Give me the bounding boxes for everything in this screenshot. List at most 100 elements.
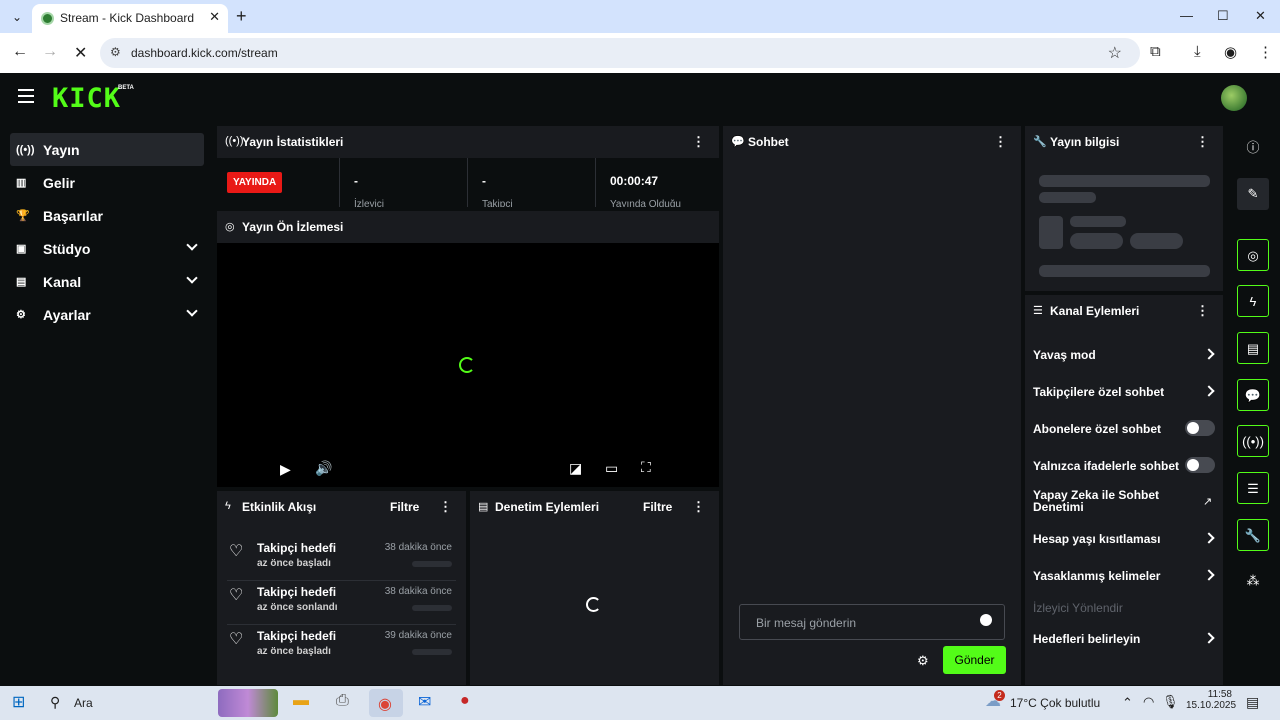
clock[interactable]: 11:58 15.10.2025: [1186, 689, 1237, 711]
item-label: Hesap yaşı kısıtlaması: [1033, 532, 1161, 546]
chevron-up-icon[interactable]: ⌃: [1122, 695, 1133, 711]
apps-icon[interactable]: ⁂: [1237, 565, 1269, 597]
date-text: 15.10.2025: [1186, 700, 1237, 711]
account-age-item[interactable]: Hesap yaşı kısıtlaması: [1033, 532, 1215, 546]
ai-moderation-item[interactable]: Yapay Zeka ile Sohbet Denetimi: [1033, 489, 1183, 513]
chevron-down-icon[interactable]: [186, 239, 198, 251]
video-player[interactable]: ▶ 🔊 ◪ ▭ ⛶: [217, 243, 719, 487]
maximize-button[interactable]: ☐: [1217, 8, 1229, 24]
duration-stat: 00:00:47 Yayında Olduğu: [595, 158, 719, 207]
minimize-button[interactable]: —: [1180, 8, 1193, 23]
forward-arrow-icon[interactable]: →: [42, 43, 58, 61]
chat-settings-gear-icon[interactable]: ⚙: [917, 653, 929, 669]
preview-toggle-icon[interactable]: ◎: [1237, 239, 1269, 271]
broadcast-toggle-icon[interactable]: ((•)): [1237, 425, 1269, 457]
gear-icon: ⚙: [16, 309, 26, 321]
skeleton-thumb: [1039, 216, 1063, 249]
wifi-icon[interactable]: ◠: [1143, 694, 1154, 710]
back-arrow-icon[interactable]: ←: [12, 43, 28, 61]
more-options-icon[interactable]: ⋮: [439, 499, 452, 515]
kick-dashboard: KICK BETA ((•)) Yayın ▥ Gelir 🏆 Başarıla…: [0, 73, 1280, 686]
sidebar-item-ayarlar[interactable]: ⚙ Ayarlar: [10, 298, 204, 331]
chrome-app[interactable]: ◉: [369, 689, 403, 717]
windows-start-icon[interactable]: ⊞: [12, 692, 25, 712]
chevron-right-icon: [1203, 632, 1215, 644]
more-options-icon[interactable]: ⋮: [1196, 134, 1209, 150]
sidebar-item-kanal[interactable]: ▤ Kanal: [10, 265, 204, 298]
chat-message-input[interactable]: Bir mesaj gönderin: [739, 604, 1005, 640]
profile-avatar-icon[interactable]: ◉: [1224, 43, 1237, 61]
wrench-toggle-icon[interactable]: 🔧: [1237, 519, 1269, 551]
new-tab-button[interactable]: +: [236, 6, 247, 27]
activity-time: 38 dakika önce: [384, 542, 452, 553]
download-icon[interactable]: ⤓: [1194, 43, 1201, 60]
browser-tab[interactable]: Stream - Kick Dashboard ✕: [32, 4, 228, 33]
chat-toggle-icon[interactable]: 💬: [1237, 379, 1269, 411]
sidebar-item-basarilar[interactable]: 🏆 Başarılar: [10, 199, 204, 232]
bookmark-star-icon[interactable]: ☆: [1108, 43, 1122, 63]
kick-logo[interactable]: KICK: [52, 83, 121, 114]
sidebar-item-label: Gelir: [43, 174, 75, 191]
browser-menu-icon[interactable]: ⋮: [1258, 43, 1273, 61]
heart-icon: ♡: [229, 543, 244, 560]
set-goals-item[interactable]: Hedefleri belirleyin: [1033, 632, 1215, 646]
chevron-down-icon[interactable]: [186, 305, 198, 317]
duration-label: Yayında Olduğu: [610, 199, 681, 207]
chevron-down-icon[interactable]: [186, 272, 198, 284]
extensions-icon[interactable]: ⧉: [1150, 43, 1161, 60]
tab-close-icon[interactable]: ✕: [209, 9, 220, 25]
more-options-icon[interactable]: ⋮: [994, 134, 1007, 150]
sidebar-item-yayin[interactable]: ((•)) Yayın: [10, 133, 204, 166]
record-app-icon[interactable]: ●: [460, 692, 470, 710]
volume-icon[interactable]: 🔊: [315, 460, 332, 477]
notifications-icon[interactable]: ▤: [1246, 694, 1259, 711]
sidebar-item-studyo[interactable]: ▣ Stüdyo: [10, 232, 204, 265]
picture-in-picture-icon[interactable]: ◪: [569, 460, 582, 477]
more-options-icon[interactable]: ⋮: [1196, 303, 1209, 319]
followers-only-chat-item[interactable]: Takipçilere özel sohbet: [1033, 385, 1215, 399]
more-options-icon[interactable]: ⋮: [692, 134, 705, 150]
subscribers-only-chat-item: Abonelere özel sohbet: [1033, 420, 1215, 436]
external-link-icon[interactable]: ↗: [1203, 495, 1221, 508]
file-explorer-icon[interactable]: ▬: [293, 692, 309, 710]
filter-button[interactable]: Filtre: [643, 500, 672, 514]
followers-label: Takipçi: [482, 199, 513, 207]
site-info-icon[interactable]: ⚙: [110, 45, 121, 59]
fullscreen-icon[interactable]: ⛶: [641, 459, 651, 476]
subscribers-only-toggle[interactable]: [1185, 420, 1215, 436]
theater-mode-icon[interactable]: ▭: [605, 460, 618, 477]
channel-actions-toggle-icon[interactable]: ☰: [1237, 472, 1269, 504]
address-bar[interactable]: ⚙ dashboard.kick.com/stream ☆: [100, 38, 1140, 68]
progress-placeholder: [412, 561, 452, 567]
hamburger-menu-icon[interactable]: [18, 89, 34, 103]
emoji-icon[interactable]: [980, 614, 992, 626]
microphone-icon[interactable]: 🎙: [1162, 694, 1179, 710]
outlook-icon[interactable]: ✉: [418, 692, 431, 712]
slow-mode-item[interactable]: Yavaş mod: [1033, 348, 1215, 362]
stop-loading-icon[interactable]: ✕: [74, 43, 87, 63]
document-toggle-icon[interactable]: ▤: [1237, 332, 1269, 364]
activity-title: Takipçi hedefi: [257, 541, 337, 555]
preview-icon: ◎: [225, 221, 235, 233]
tab-search-chevron-icon[interactable]: ⌄: [8, 8, 26, 26]
banned-words-item[interactable]: Yasaklanmış kelimeler: [1033, 569, 1215, 583]
widget-image[interactable]: [218, 689, 278, 717]
emote-only-toggle[interactable]: [1185, 457, 1215, 473]
info-icon[interactable]: ⓘ: [1237, 132, 1269, 164]
lightning-toggle-icon[interactable]: ϟ: [1237, 285, 1269, 317]
filter-button[interactable]: Filtre: [390, 500, 419, 514]
weather-text[interactable]: 17°C Çok bulutlu: [1010, 696, 1100, 710]
printer-icon[interactable]: ⎙: [336, 692, 349, 710]
edit-pencil-icon[interactable]: ✎: [1237, 178, 1269, 210]
emote-only-chat-item: Yalnızca ifadelerle sohbet: [1033, 457, 1215, 473]
search-icon[interactable]: ⚲: [50, 694, 60, 711]
taskbar-search[interactable]: Ara: [74, 696, 93, 710]
sidebar-item-gelir[interactable]: ▥ Gelir: [10, 166, 204, 199]
send-button[interactable]: Gönder: [943, 646, 1006, 674]
play-icon[interactable]: ▶: [280, 461, 291, 478]
close-window-button[interactable]: ✕: [1255, 8, 1266, 24]
user-avatar[interactable]: [1221, 85, 1247, 111]
more-options-icon[interactable]: ⋮: [692, 499, 705, 515]
url-text[interactable]: dashboard.kick.com/stream: [131, 46, 278, 60]
panel-title: Yayın Ön İzlemesi: [242, 220, 344, 234]
